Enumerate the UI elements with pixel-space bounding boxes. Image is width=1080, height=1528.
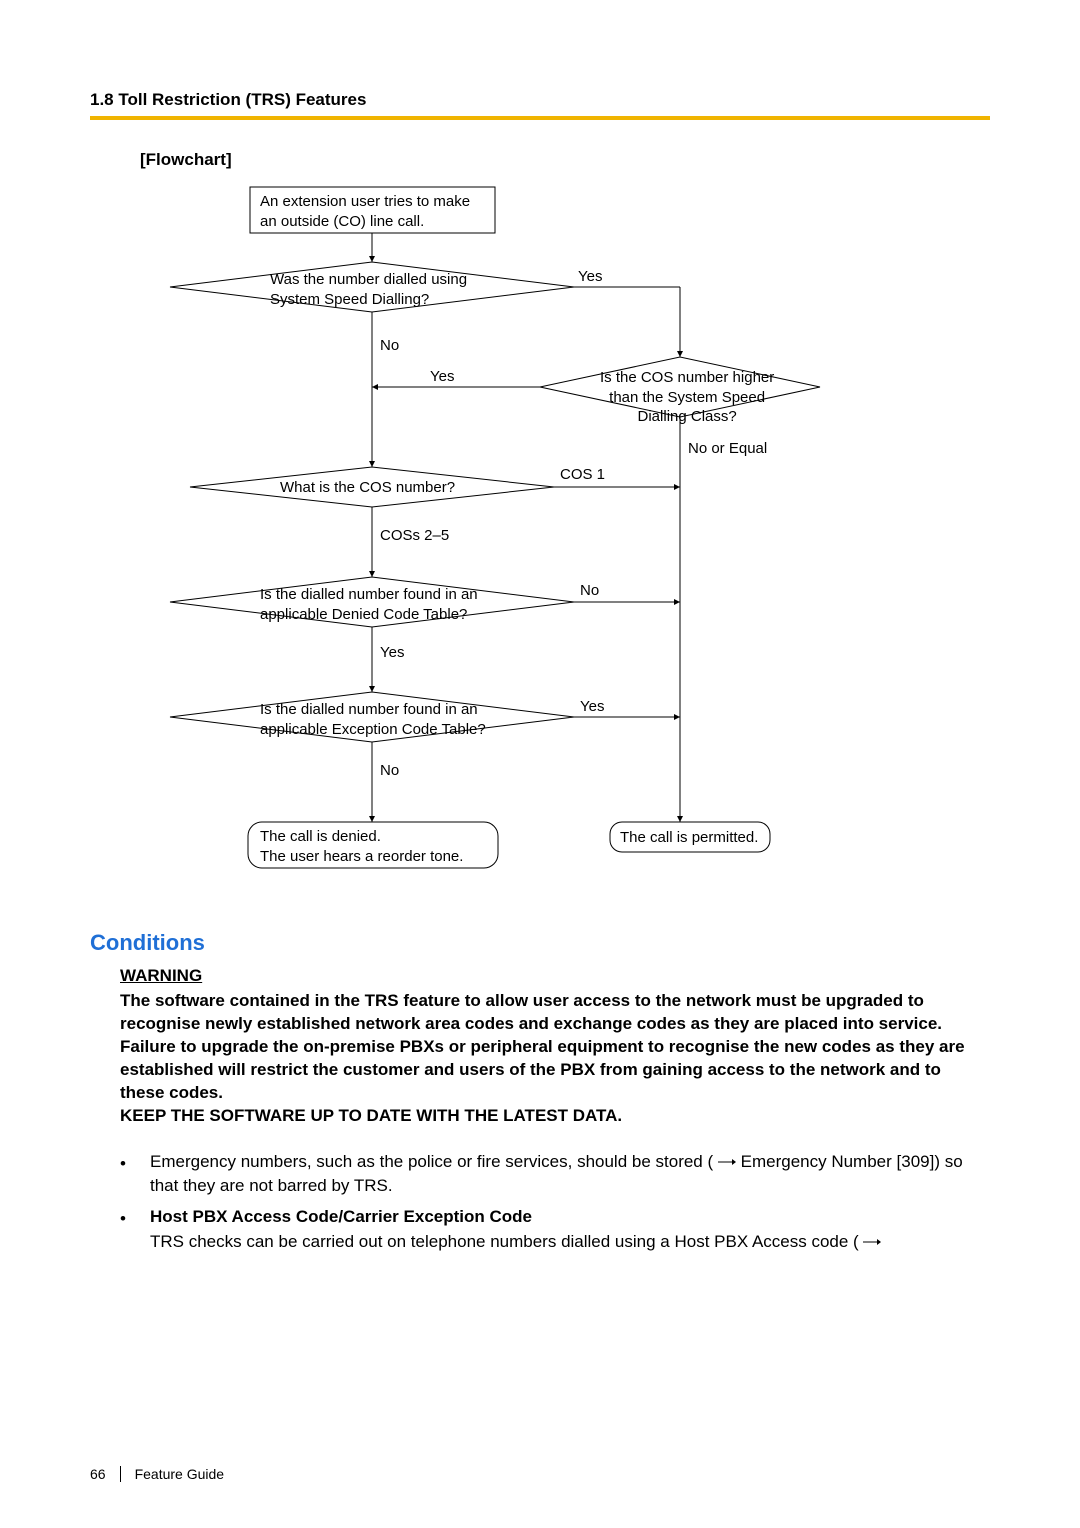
condition-text-pre: Emergency numbers, such as the police or… (150, 1152, 713, 1171)
conditions-list: • Emergency numbers, such as the police … (120, 1150, 990, 1255)
flow-d3-cos1: COS 1 (560, 466, 605, 483)
header-rule (90, 116, 990, 120)
flow-denied: The call is denied. The user hears a reo… (260, 827, 463, 866)
warning-p1: The software contained in the TRS featur… (120, 991, 942, 1033)
warning-label: WARNING (120, 966, 990, 986)
flow-d3: What is the COS number? (280, 478, 455, 498)
section-header: 1.8 Toll Restriction (TRS) Features (90, 90, 990, 110)
condition-item: • Emergency numbers, such as the police … (120, 1150, 990, 1199)
page-footer: 66 Feature Guide (90, 1466, 224, 1482)
flow-d2: Is the COS number higher than the System… (600, 368, 774, 427)
flowchart: An extension user tries to make an outsi… (140, 182, 960, 902)
flow-d4-yes: Yes (380, 644, 404, 661)
warning-p3: KEEP THE SOFTWARE UP TO DATE WITH THE LA… (120, 1106, 622, 1125)
flow-d4: Is the dialled number found in an applic… (260, 585, 478, 624)
arrow-right-icon (718, 1157, 736, 1167)
flow-d5-yes: Yes (580, 698, 604, 715)
condition-item: • Host PBX Access Code/Carrier Exception… (120, 1205, 990, 1254)
flow-permitted: The call is permitted. (620, 828, 758, 848)
page: 1.8 Toll Restriction (TRS) Features [Flo… (0, 0, 1080, 1528)
arrow-right-icon (863, 1237, 881, 1247)
flow-d4-no: No (580, 582, 599, 599)
warning-p2: Failure to upgrade the on-premise PBXs o… (120, 1037, 965, 1102)
warning-body: The software contained in the TRS featur… (120, 990, 990, 1128)
conditions-title: Conditions (90, 930, 990, 956)
condition-subtitle: Host PBX Access Code/Carrier Exception C… (150, 1207, 532, 1226)
flowchart-svg (140, 182, 960, 902)
bullet-icon: • (120, 1207, 126, 1232)
condition-text-pre: TRS checks can be carried out on telepho… (150, 1232, 859, 1251)
bullet-icon: • (120, 1152, 126, 1177)
flow-d1-no: No (380, 337, 399, 354)
flowchart-title: [Flowchart] (140, 150, 990, 170)
flow-d5-no: No (380, 762, 399, 779)
flow-start: An extension user tries to make an outsi… (260, 192, 470, 231)
flow-d2-yes: Yes (430, 368, 454, 385)
page-number: 66 (90, 1466, 121, 1482)
doc-title-footer: Feature Guide (135, 1466, 225, 1482)
flow-d1-yes: Yes (578, 268, 602, 285)
flow-d1: Was the number dialled using System Spee… (270, 270, 467, 309)
flow-d2-no: No or Equal (688, 440, 767, 457)
flow-d5: Is the dialled number found in an applic… (260, 700, 486, 739)
flow-d3-cos25: COSs 2–5 (380, 527, 449, 544)
